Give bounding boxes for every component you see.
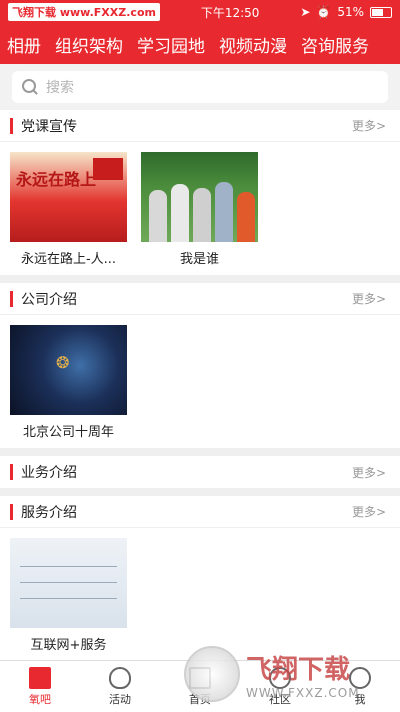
section-company-intro: 公司介绍 更多> ❂ 北京公司十周年: [0, 283, 400, 448]
more-link[interactable]: 更多>: [352, 464, 386, 481]
search-placeholder: 搜索: [46, 80, 74, 96]
section-header: 业务介绍 更多>: [0, 456, 400, 488]
battery-percent: 51%: [337, 5, 364, 19]
nav-tab-consulting[interactable]: 咨询服务: [294, 32, 376, 57]
header: 飞翔下载 www.FXXZ.com 下午12:50 ➤ ⏰ 51% 相册 组织架…: [0, 0, 400, 64]
video-title: 永远在路上-人...: [20, 252, 117, 267]
nav-tab-album[interactable]: 相册: [0, 32, 48, 57]
section-service-intro: 服务介绍 更多> 互联网+服务: [0, 496, 400, 661]
video-card[interactable]: 互联网+服务: [10, 538, 127, 653]
balloon-icon: [109, 666, 131, 689]
video-thumbnail[interactable]: 永远在路上: [10, 152, 127, 242]
watermark-logo: 飞翔下载 WWW.FXXZ.COM: [184, 644, 394, 704]
watermark-badge: 飞翔下载 www.FXXZ.com: [8, 3, 160, 21]
battery-icon: [370, 6, 392, 18]
more-link[interactable]: 更多>: [352, 117, 386, 134]
nav-tab-organization[interactable]: 组织架构: [48, 32, 130, 57]
tab-activity[interactable]: 活动: [80, 661, 160, 712]
person-figure: [149, 190, 167, 242]
video-title: 北京公司十周年: [22, 425, 114, 440]
search-bar: 搜索: [0, 64, 400, 110]
watermark-sub-text: WWW.FXXZ.COM: [246, 685, 360, 700]
search-input[interactable]: 搜索: [12, 71, 388, 103]
slide-line: [20, 566, 117, 567]
slide-line: [20, 598, 117, 599]
watermark-emblem-icon: [184, 646, 240, 702]
top-nav: 相册 组织架构 学习园地 视频动漫 咨询服务: [0, 24, 400, 64]
video-title: 我是谁: [179, 252, 219, 267]
video-thumbnail[interactable]: [10, 538, 127, 628]
status-time: 下午12:50: [200, 5, 260, 20]
video-title: 互联网+服务: [30, 638, 107, 653]
search-icon: [22, 79, 38, 95]
section-title: 业务介绍: [21, 465, 77, 481]
section-header: 服务介绍 更多>: [0, 496, 400, 528]
section-header: 党课宣传 更多>: [0, 110, 400, 142]
location-icon: ➤: [300, 5, 311, 19]
section-title: 党课宣传: [21, 118, 77, 135]
title-accent-bar: [10, 117, 13, 134]
title-accent-bar: [10, 290, 13, 307]
section-party-lessons: 党课宣传 更多> 永远在路上 永远在路上-人... 我是谁: [0, 110, 400, 275]
title-accent-bar: [10, 464, 13, 480]
video-card[interactable]: 永远在路上 永远在路上-人...: [10, 152, 127, 267]
tab-label: 活动: [109, 692, 131, 706]
nav-tab-video[interactable]: 视频动漫: [212, 32, 294, 57]
more-link[interactable]: 更多>: [352, 290, 386, 307]
nav-tab-learning[interactable]: 学习园地: [130, 32, 212, 57]
section-header: 公司介绍 更多>: [0, 283, 400, 315]
telecom-logo: ❂: [56, 353, 70, 372]
person-figure: [171, 184, 189, 242]
tab-oxygen-bar[interactable]: 氧吧: [0, 661, 80, 712]
person-figure: [237, 192, 255, 242]
person-figure: [215, 182, 233, 242]
book-icon: [29, 666, 51, 689]
video-thumbnail[interactable]: [141, 152, 258, 242]
alarm-icon: ⏰: [316, 5, 332, 19]
flag-graphic: [93, 158, 123, 180]
video-thumbnail[interactable]: ❂: [10, 325, 127, 415]
watermark-main-text: 飞翔下载: [246, 654, 351, 685]
more-link[interactable]: 更多>: [352, 503, 386, 520]
section-business-intro: 业务介绍 更多>: [0, 456, 400, 488]
section-title: 公司介绍: [21, 291, 77, 308]
section-title: 服务介绍: [21, 504, 77, 521]
person-figure: [193, 188, 211, 242]
slide-line: [20, 582, 117, 583]
status-bar: 飞翔下载 www.FXXZ.com 下午12:50 ➤ ⏰ 51%: [0, 0, 400, 24]
video-card[interactable]: ❂ 北京公司十周年: [10, 325, 127, 440]
tab-label: 氧吧: [29, 692, 51, 706]
title-accent-bar: [10, 503, 13, 520]
video-card[interactable]: 我是谁: [141, 152, 258, 267]
thumbnail-headline: 永远在路上: [16, 170, 97, 189]
